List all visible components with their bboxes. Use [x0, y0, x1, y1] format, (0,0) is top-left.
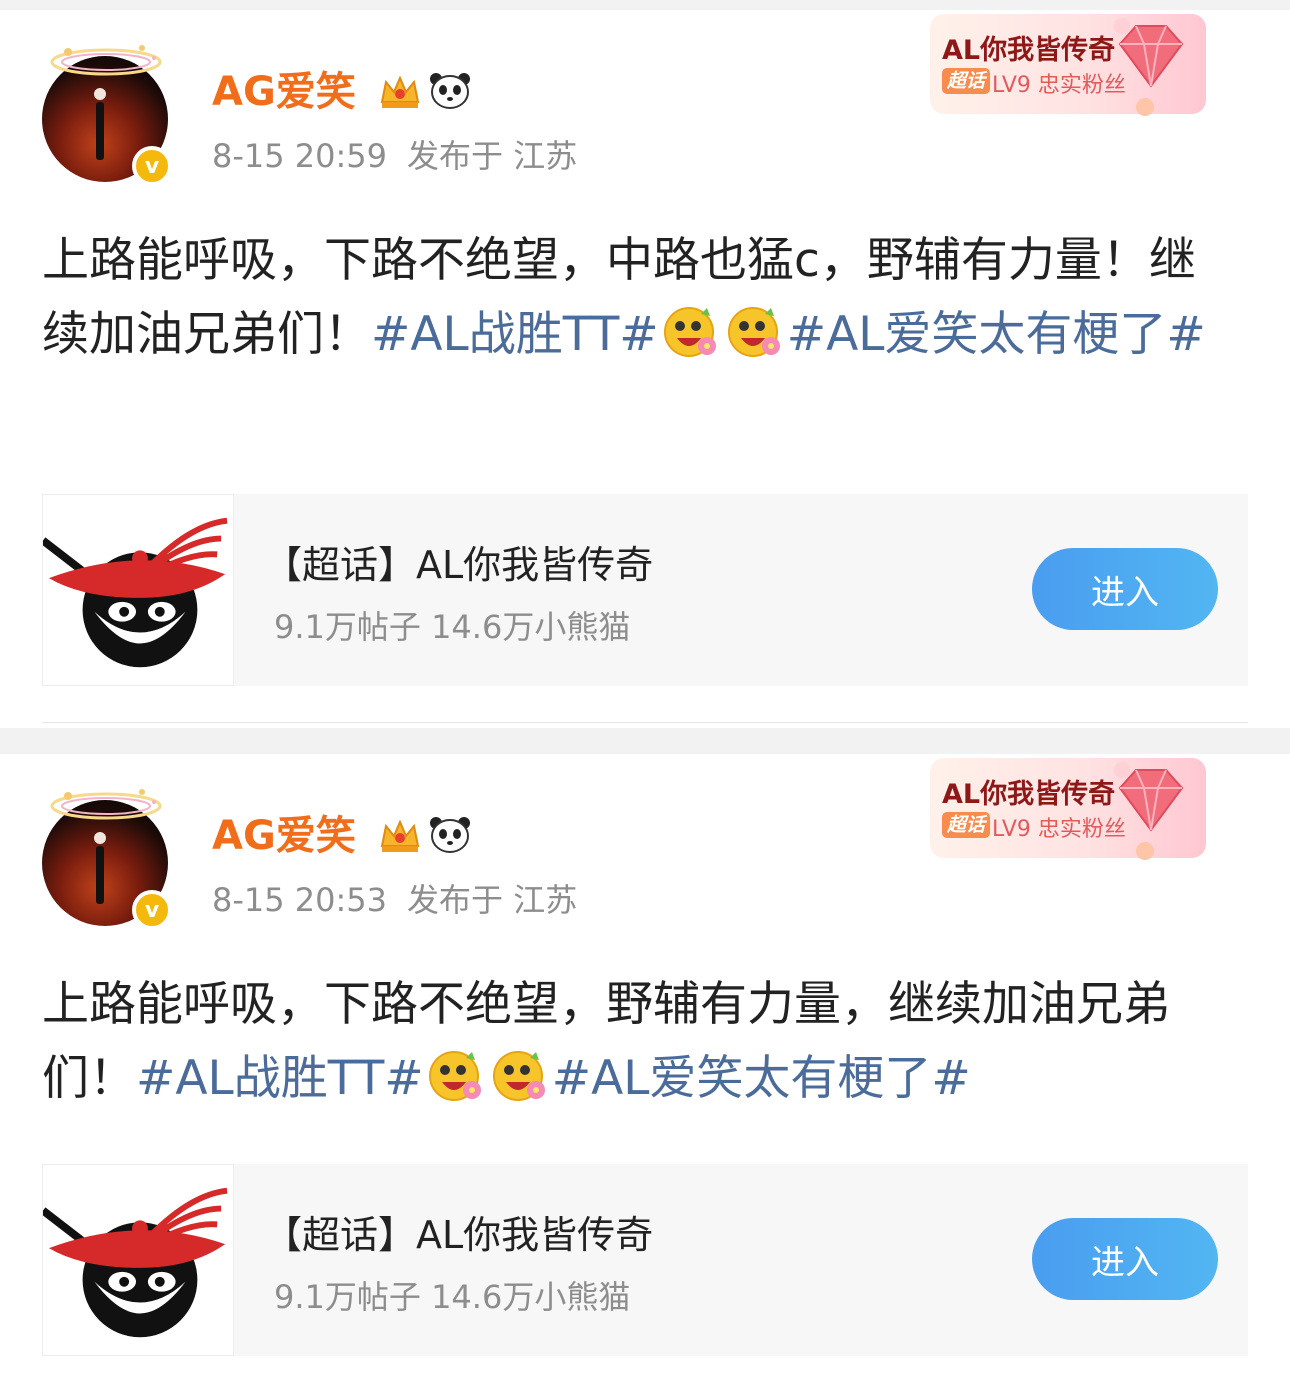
happy-flower-emoji-icon [663, 307, 716, 357]
happy-flower-emoji-icon [492, 1051, 545, 1101]
username[interactable]: AG爱笑 [212, 68, 356, 116]
supertopic-tag: 超话 [942, 68, 991, 94]
verified-badge-icon: v [132, 146, 172, 186]
avatar[interactable]: v [42, 789, 172, 930]
panda-logo-icon [40, 517, 228, 668]
post-content: 上路能呼吸，下路不绝望，中路也猛c，野辅有力量！继续加油兄弟们！#AL战胜TT#… [42, 224, 1242, 372]
fan-badge[interactable]: AL你我皆传奇 超话 LV9 忠实粉丝 [930, 14, 1206, 116]
crown-icon [380, 75, 420, 108]
divider [42, 722, 1248, 723]
supertopic-tag: 超话 [942, 812, 991, 838]
post-location: 发布于 江苏 [407, 137, 578, 175]
topic-link[interactable]: #AL战胜TT# [371, 307, 659, 362]
decor-dot [1136, 98, 1154, 116]
post-separator [0, 728, 1290, 754]
verified-badge-icon: v [132, 890, 172, 930]
post-card[interactable]: v AG爱笑 8-15 20:53 发布于 江苏 AL你我皆传奇 超话 LV9 忠… [0, 754, 1290, 1389]
happy-flower-emoji-icon [727, 307, 780, 357]
topic-link[interactable]: #AL战胜TT# [136, 1051, 424, 1106]
fan-level: LV9 忠实粉丝 [992, 73, 1126, 98]
supertopic-stats: 9.1万帖子 14.6万小熊猫 [274, 1278, 631, 1316]
post-meta: 8-15 20:59 发布于 江苏 [212, 136, 577, 176]
fan-badge-title: AL你我皆传奇 [942, 779, 1116, 810]
fan-level: LV9 忠实粉丝 [992, 817, 1126, 842]
supertopic-title[interactable]: 【超话】AL你我皆传奇 [264, 534, 653, 589]
supertopic-card[interactable]: 【超话】AL你我皆传奇 9.1万帖子 14.6万小熊猫 进入 [40, 1164, 1248, 1356]
post-location: 发布于 江苏 [407, 881, 578, 919]
decor-dot [1136, 842, 1154, 860]
post-content: 上路能呼吸，下路不绝望，野辅有力量，继续加油兄弟们！#AL战胜TT# #AL爱笑太… [42, 968, 1242, 1116]
username[interactable]: AG爱笑 [212, 812, 356, 860]
avatar-figure-icon [94, 832, 106, 904]
avatar-figure-icon [94, 88, 106, 160]
fan-badge[interactable]: AL你我皆传奇 超话 LV9 忠实粉丝 [930, 758, 1206, 860]
halo-decoration-icon [50, 45, 162, 76]
panda-logo-icon [40, 1187, 228, 1338]
panda-icon [430, 817, 470, 853]
crown-icon [380, 819, 420, 852]
post-card[interactable]: v AG爱笑 8-15 20:59 发布于 江苏 AL你我皆传奇 超话 LV9 忠… [0, 0, 1290, 730]
supertopic-thumbnail [40, 1164, 234, 1356]
panda-icon [430, 73, 470, 109]
avatar[interactable]: v [42, 45, 172, 186]
halo-decoration-icon [50, 789, 162, 820]
fan-badge-title: AL你我皆传奇 [942, 35, 1116, 66]
post-time: 8-15 20:59 [212, 137, 388, 175]
supertopic-title[interactable]: 【超话】AL你我皆传奇 [264, 1204, 653, 1259]
enter-button[interactable]: 进入 [1032, 1218, 1218, 1300]
topic-link[interactable]: #AL爱笑太有梗了# [552, 1051, 971, 1106]
supertopic-card[interactable]: 【超话】AL你我皆传奇 9.1万帖子 14.6万小熊猫 进入 [40, 494, 1248, 686]
post-meta: 8-15 20:53 发布于 江苏 [212, 880, 577, 920]
supertopic-stats: 9.1万帖子 14.6万小熊猫 [274, 608, 631, 646]
topic-link[interactable]: #AL爱笑太有梗了# [787, 307, 1206, 362]
enter-button[interactable]: 进入 [1032, 548, 1218, 630]
happy-flower-emoji-icon [428, 1051, 481, 1101]
post-time: 8-15 20:53 [212, 881, 388, 919]
supertopic-thumbnail [40, 494, 234, 686]
